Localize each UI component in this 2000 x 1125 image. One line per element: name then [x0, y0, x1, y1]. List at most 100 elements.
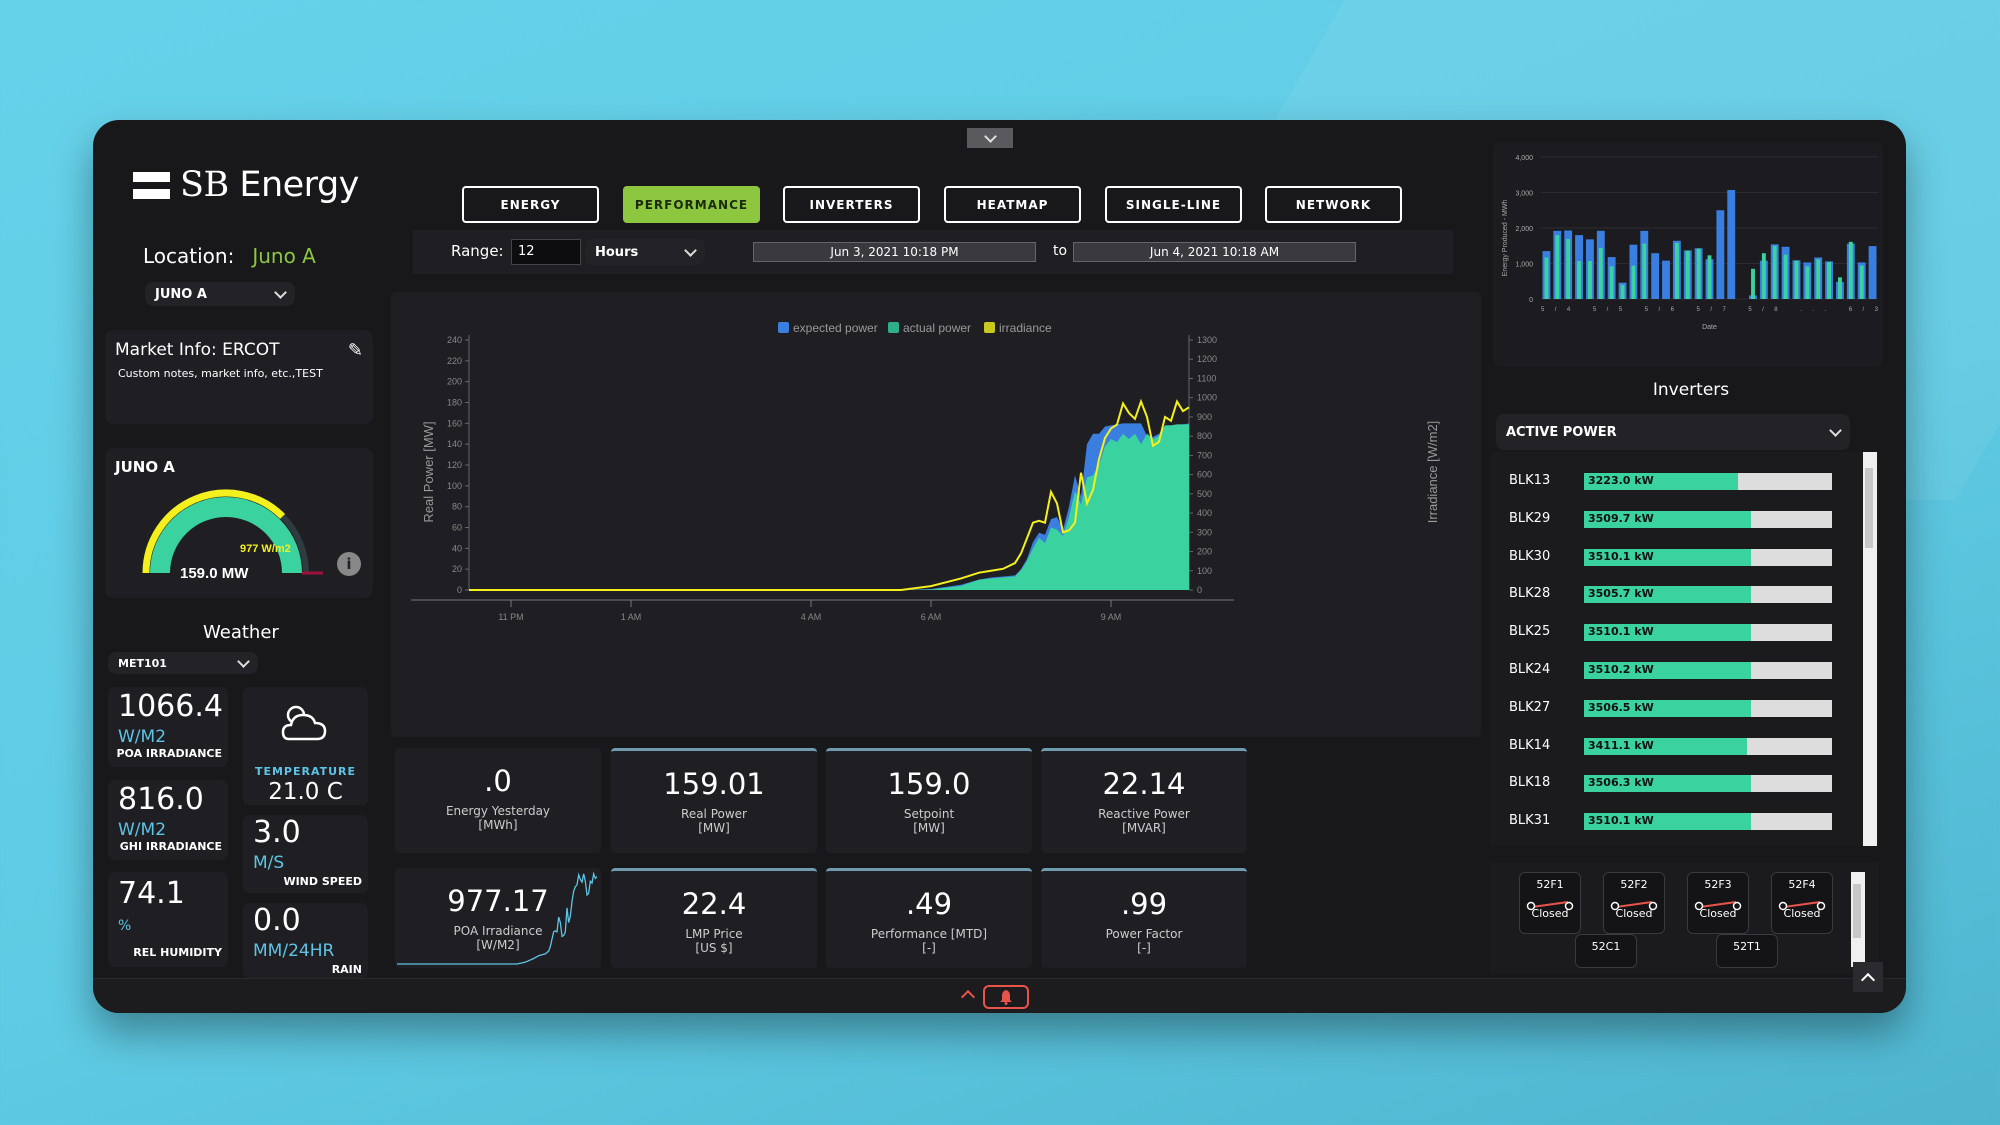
breaker-panel: 52F1 Closed 52F2 Closed 52F3 Closed 52F4 Closed…	[1491, 862, 1879, 974]
info-icon[interactable]: i	[337, 552, 361, 576]
inverter-row[interactable]: BLK24 3510.2 kW	[1491, 659, 1851, 683]
brand-name-a: SB	[180, 165, 229, 205]
location-select[interactable]: JUNO A	[145, 282, 295, 306]
y-tick-label: 100	[447, 481, 462, 491]
start-date-input[interactable]: Jun 3, 2021 10:18 PM	[753, 242, 1036, 262]
humidity-value: 74.1	[118, 876, 185, 911]
ghi-irradiance-tile: 816.0 W/M2 GHI IRRADIANCE	[108, 780, 228, 860]
x-tick-label: 6 AM	[921, 612, 942, 622]
partly-cloudy-icon	[281, 705, 327, 741]
breaker-scrollbar[interactable]	[1851, 872, 1865, 967]
wind-unit: M/S	[253, 853, 285, 873]
tab-heatmap[interactable]: HEATMAP	[944, 186, 1081, 223]
collapse-header-button[interactable]	[967, 128, 1013, 148]
breaker-52t1[interactable]: 52T1	[1716, 934, 1778, 968]
bar-actual	[1816, 259, 1821, 299]
inverter-name: BLK14	[1509, 737, 1551, 753]
kpi-unit: [-]	[1137, 941, 1151, 955]
bar-y-tick-label: 2,000	[1515, 226, 1533, 233]
inverter-power-value: 3510.2 kW	[1588, 663, 1654, 676]
x-tick-label: 9 AM	[1101, 612, 1122, 622]
inverter-power-bar: 3506.3 kW	[1584, 775, 1832, 793]
bar-actual	[1598, 247, 1603, 299]
bar-actual	[1707, 255, 1712, 299]
range-unit-select[interactable]: Hours	[585, 239, 705, 265]
scroll-to-top-button[interactable]	[1853, 962, 1883, 992]
y-tick-label: 40	[452, 543, 462, 553]
alarm-bell-button[interactable]	[983, 985, 1029, 1009]
bar-actual	[1642, 243, 1647, 299]
kpi-label: Power Factor	[1105, 927, 1183, 941]
inverter-power-value: 3510.1 kW	[1588, 549, 1654, 563]
inverter-row[interactable]: BLK30 3510.1 kW	[1491, 546, 1851, 570]
y2-tick-label: 400	[1197, 508, 1212, 518]
scrollbar-thumb[interactable]	[1865, 468, 1873, 548]
inverter-power-value: 3506.3 kW	[1588, 776, 1654, 790]
kpi-label: Performance [MTD]	[870, 927, 988, 941]
bar-y-tick-label: 0	[1529, 297, 1533, 304]
kpi-value: 159.01	[663, 767, 765, 801]
humidity-tile: 74.1 % REL HUMIDITY	[108, 872, 228, 967]
bar-expected	[1662, 260, 1670, 299]
inverter-row[interactable]: BLK29 3509.7 kW	[1491, 508, 1851, 532]
ghi-unit: W/M2	[118, 820, 167, 840]
breaker-52f4[interactable]: 52F4 Closed	[1771, 872, 1833, 934]
inverter-power-value: 3510.1 kW	[1588, 625, 1654, 639]
inverter-row[interactable]: BLK31 3510.1 kW	[1491, 810, 1851, 834]
y2-tick-label: 1000	[1197, 393, 1217, 403]
y-tick-label: 220	[447, 356, 462, 366]
range-value-input[interactable]: 12	[511, 239, 581, 265]
kpi-tile: 22.4 LMP Price [US $]	[611, 868, 817, 968]
inverter-power-bar: 3509.7 kW	[1584, 510, 1832, 528]
inverter-power-bar: 3510.2 kW	[1584, 662, 1832, 679]
tab-network[interactable]: NETWORK	[1265, 186, 1402, 223]
bar-actual	[1859, 265, 1864, 299]
breaker-52f3[interactable]: 52F3 Closed	[1687, 872, 1749, 934]
bar-expected	[1868, 246, 1877, 299]
inverter-row[interactable]: BLK13 3223.0 kW	[1491, 470, 1851, 494]
tab-single-line[interactable]: SINGLE-LINE	[1105, 186, 1242, 223]
inverter-name: BLK28	[1509, 586, 1551, 602]
weather-station-select[interactable]: MET101	[108, 652, 258, 674]
breaker-52c1[interactable]: 52C1	[1575, 934, 1637, 968]
y-axis-label: Real Power [MW]	[421, 421, 436, 522]
kpi-label: LMP Price	[685, 927, 743, 941]
gauge-power-label: 159.0 MW	[180, 565, 249, 582]
bar-actual	[1751, 268, 1755, 299]
tab-performance[interactable]: PERFORMANCE	[623, 186, 760, 223]
breaker-52f1[interactable]: 52F1 Closed	[1519, 872, 1581, 934]
bar-y-axis-label: Energy Produced - MWh	[1502, 200, 1509, 277]
temperature-value: 21.0 C	[268, 779, 343, 805]
edit-pencil-icon[interactable]: ✎	[348, 340, 363, 361]
tab-inverters[interactable]: INVERTERS	[783, 186, 920, 223]
inverter-row[interactable]: BLK14 3411.1 kW	[1491, 735, 1851, 759]
inverter-row[interactable]: BLK28 3505.7 kW	[1491, 583, 1851, 607]
kpi-unit: [US $]	[695, 941, 733, 955]
bar-actual	[1685, 250, 1690, 299]
chevron-up-icon[interactable]	[960, 989, 976, 1005]
inverter-row[interactable]: BLK18 3506.3 kW	[1491, 772, 1851, 796]
breaker-name: 52F1	[1536, 878, 1564, 891]
scrollbar-thumb[interactable]	[1853, 884, 1861, 938]
bar-actual	[1838, 277, 1842, 299]
location-display: Location: Juno A	[143, 244, 316, 268]
dashboard-window: SB Energy Location: Juno A JUNO A Market …	[93, 120, 1906, 1013]
inverter-row[interactable]: BLK25 3510.1 kW	[1491, 621, 1851, 645]
inverter-power-value: 3510.1 kW	[1588, 814, 1654, 828]
range-bar: Range: 12 Hours Jun 3, 2021 10:18 PM to …	[413, 230, 1453, 274]
breaker-52f2[interactable]: 52F2 Closed	[1603, 872, 1665, 934]
chevron-down-icon	[983, 129, 997, 143]
alarm-bar	[93, 978, 1906, 1013]
inverter-row[interactable]: BLK27 3506.5 kW	[1491, 697, 1851, 721]
inverter-list-scrollbar[interactable]	[1863, 452, 1877, 846]
kpi-unit: [MW]	[698, 821, 730, 835]
legend-swatch-irradiance	[984, 322, 995, 333]
tab-energy[interactable]: ENERGY	[462, 186, 599, 223]
bar-expected	[1716, 210, 1725, 299]
kpi-unit: [MVAR]	[1122, 821, 1166, 835]
ghi-label: GHI IRRADIANCE	[119, 840, 222, 853]
inverter-metric-select[interactable]: ACTIVE POWER	[1496, 414, 1850, 450]
end-date-input[interactable]: Jun 4, 2021 10:18 AM	[1073, 242, 1356, 262]
kpi-tile: .49 Performance [MTD] [-]	[826, 868, 1032, 968]
bar-actual	[1631, 265, 1636, 299]
